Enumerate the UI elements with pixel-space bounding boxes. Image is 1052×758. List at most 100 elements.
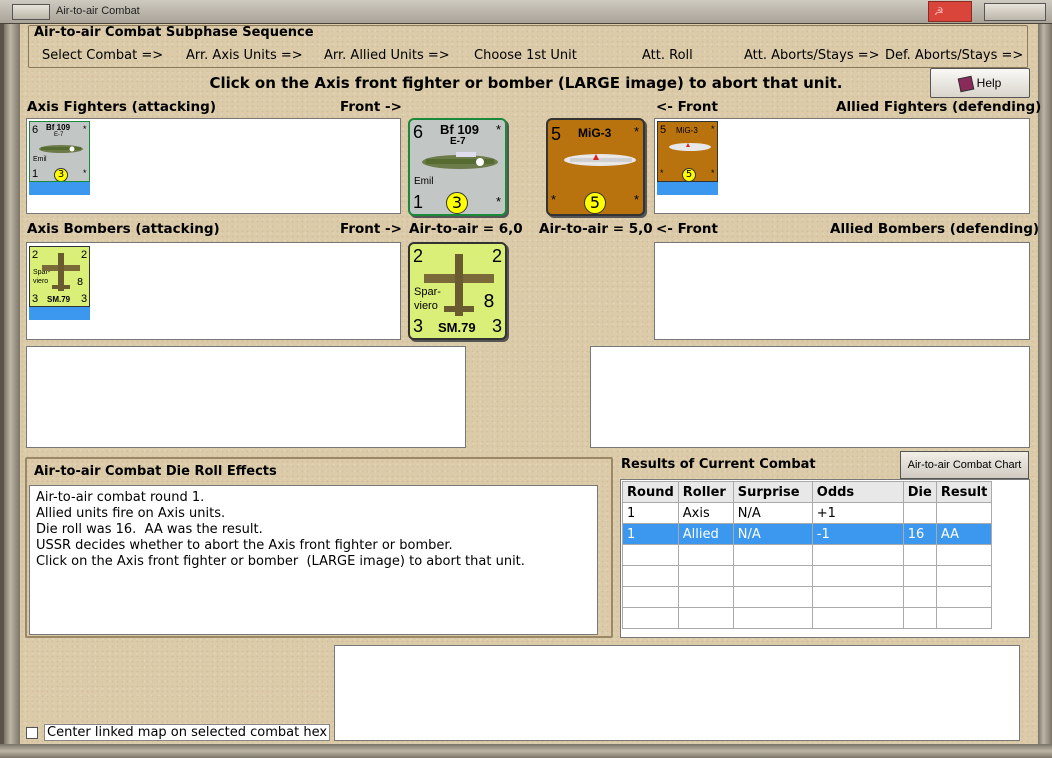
- results-title: Results of Current Combat: [621, 457, 816, 472]
- table-row-empty: [622, 565, 993, 587]
- mig3-plane-icon: [564, 154, 636, 166]
- mig3-plane-icon: [669, 143, 711, 151]
- selected-unit-bar: [29, 182, 90, 195]
- counter-rating: 5: [584, 192, 606, 214]
- counter-value: 3: [413, 316, 424, 336]
- axis-bombers-list[interactable]: 2 2 Spar- viero 3 SM.79 3 8: [26, 242, 401, 340]
- col-die: Die: [902, 481, 937, 503]
- counter-nick: Emil: [414, 176, 434, 187]
- help-book-icon: [957, 75, 974, 93]
- cell: Axis: [677, 502, 734, 524]
- counter-name: MiG-3: [578, 126, 612, 140]
- right-border: [1038, 24, 1052, 754]
- allied-bombers-label: Allied Bombers (defending): [830, 221, 1040, 237]
- counter-nick: Emil: [33, 156, 47, 163]
- sm79-large-counter[interactable]: 2 2 Spar- viero 3 SM.79 3 8: [408, 242, 507, 340]
- die-roll-effects-text: Air-to-air combat round 1. Allied units …: [29, 485, 598, 635]
- table-row-empty: [622, 607, 993, 629]
- counter-star: *: [634, 192, 640, 207]
- sequence-title: Air-to-air Combat Subphase Sequence: [34, 25, 314, 40]
- left-border: [4, 24, 20, 754]
- counter-star: *: [496, 122, 502, 137]
- window-title: Air-to-air Combat: [56, 5, 140, 17]
- counter-star: *: [551, 192, 557, 207]
- cell: [902, 502, 937, 524]
- cell: 1: [622, 502, 679, 524]
- seq-step-select-combat: Select Combat =>: [42, 48, 164, 63]
- counter-star: *: [660, 168, 664, 178]
- axis-fighters-front-label: Front ->: [340, 99, 402, 115]
- counter-star: *: [496, 194, 502, 209]
- allied-fighters-list[interactable]: 5 MiG-3 * * * 5: [654, 118, 1030, 214]
- center-map-label[interactable]: Center linked map on selected combat hex: [44, 724, 331, 741]
- axis-fighters-label: Axis Fighters (attacking): [27, 99, 216, 115]
- seq-step-att-aborts: Att. Aborts/Stays =>: [744, 48, 880, 63]
- col-round: Round: [622, 481, 679, 503]
- title-bar: [0, 0, 1052, 24]
- counter-value: 3: [492, 316, 503, 336]
- table-row-selected[interactable]: 1 Allied N/A -1 16 AA: [622, 523, 993, 545]
- cell: [935, 502, 993, 524]
- system-menu-icon[interactable]: [12, 4, 50, 20]
- cell: 1: [622, 523, 679, 545]
- bf109-plane-icon: [39, 145, 83, 153]
- col-roller: Roller: [677, 481, 734, 503]
- counter-rating: 3: [54, 168, 68, 181]
- counter-name: MiG-3: [676, 126, 698, 135]
- seq-step-att-roll: Att. Roll: [642, 48, 693, 63]
- counter-name: Bf 109: [46, 123, 71, 132]
- counter-star: *: [634, 124, 640, 139]
- mig3-small-counter[interactable]: 5 MiG-3 * * * 5: [657, 121, 718, 182]
- axis-aborted-list[interactable]: [26, 346, 466, 448]
- counter-name: SM.79: [438, 320, 476, 335]
- counter-value: 1: [32, 168, 39, 180]
- center-map-checkbox[interactable]: [26, 727, 38, 739]
- mig3-large-counter[interactable]: 5 MiG-3 * * * 5: [546, 118, 645, 216]
- table-row[interactable]: 1 Axis N/A +1: [622, 502, 993, 524]
- die-roll-effects-title: Air-to-air Combat Die Roll Effects: [34, 464, 277, 479]
- selected-unit-bar: [29, 307, 90, 320]
- window-control-button[interactable]: [984, 3, 1046, 21]
- col-odds: Odds: [811, 481, 904, 503]
- table-row-empty: [622, 586, 993, 608]
- results-table[interactable]: Round Roller Surprise Odds Die Result 1 …: [620, 479, 1030, 638]
- counter-value: 5: [660, 124, 667, 136]
- bf109-large-counter[interactable]: 6 Bf 109 E-7 * Emil 1 * 3: [408, 118, 507, 216]
- counter-name: SM.79: [47, 295, 71, 304]
- counter-star: *: [711, 168, 715, 178]
- counter-star: *: [83, 124, 87, 134]
- counter-rating: 8: [76, 277, 84, 288]
- help-button[interactable]: Help: [930, 68, 1030, 98]
- seq-step-arr-axis: Arr. Axis Units =>: [186, 48, 303, 63]
- allied-air-to-air-value: Air-to-air = 5,0: [539, 221, 653, 237]
- close-icon: ☭: [934, 5, 944, 18]
- cell: N/A: [732, 502, 813, 524]
- axis-bombers-label: Axis Bombers (attacking): [27, 221, 220, 237]
- sm79-small-counter[interactable]: 2 2 Spar- viero 3 SM.79 3 8: [29, 246, 90, 307]
- cell: AA: [935, 523, 993, 545]
- allied-bombers-list[interactable]: [654, 242, 1030, 340]
- axis-fighters-list[interactable]: 6 Bf 109 E-7 * Emil 1 * 3: [26, 118, 401, 214]
- counter-star: *: [83, 168, 87, 178]
- table-row-empty: [622, 544, 993, 566]
- bf109-small-counter[interactable]: 6 Bf 109 E-7 * Emil 1 * 3: [29, 121, 90, 182]
- allied-bombers-front-label: <- Front: [656, 221, 718, 237]
- instruction-text: Click on the Axis front fighter or bombe…: [209, 74, 843, 92]
- allied-fighters-label: Allied Fighters (defending): [836, 99, 1042, 115]
- counter-star: *: [711, 124, 715, 134]
- counter-model: E-7: [54, 132, 64, 138]
- seq-step-choose-first: Choose 1st Unit: [474, 48, 577, 63]
- allied-fighters-front-label: <- Front: [656, 99, 718, 115]
- counter-name: Bf 109: [440, 122, 480, 137]
- col-result: Result: [935, 481, 993, 503]
- close-button[interactable]: ☭: [928, 1, 972, 22]
- counter-value: 6: [32, 124, 39, 136]
- counter-model: E-7: [450, 136, 466, 147]
- bottom-border: [0, 744, 1052, 758]
- counter-rating: 3: [446, 192, 468, 214]
- counter-value: 3: [32, 293, 39, 305]
- axis-air-to-air-value: Air-to-air = 6,0: [409, 221, 523, 237]
- air-combat-chart-button[interactable]: Air-to-air Combat Chart: [900, 451, 1029, 479]
- counter-value: 5: [551, 124, 562, 144]
- allied-aborted-list[interactable]: [590, 346, 1030, 448]
